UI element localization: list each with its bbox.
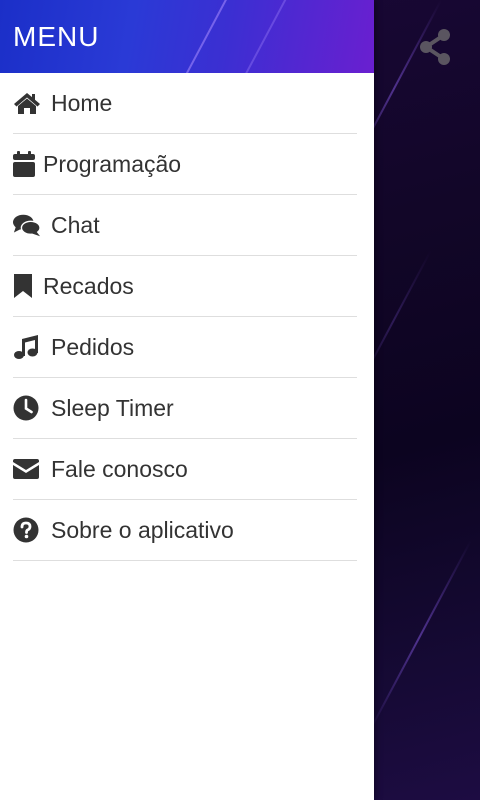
music-icon xyxy=(13,333,41,361)
header-streak xyxy=(173,0,232,73)
clock-icon xyxy=(13,394,41,422)
drawer-title: MENU xyxy=(13,21,100,52)
envelope-icon xyxy=(13,455,41,483)
menu-item-label: Sobre o aplicativo xyxy=(51,516,234,543)
menu-item-fale-conosco[interactable]: Fale conosco xyxy=(13,439,357,500)
navigation-drawer: MENU Home Programação Chat Recados Pedid… xyxy=(0,0,374,800)
calendar-icon xyxy=(13,150,37,178)
menu-item-pedidos[interactable]: Pedidos xyxy=(13,317,357,378)
menu-item-chat[interactable]: Chat xyxy=(13,195,357,256)
menu-item-label: Pedidos xyxy=(51,333,135,360)
bookmark-icon xyxy=(13,272,37,300)
share-button[interactable] xyxy=(414,26,456,68)
drawer-header: MENU xyxy=(0,0,374,73)
menu-item-sleep-timer[interactable]: Sleep Timer xyxy=(13,378,357,439)
header-streak xyxy=(243,0,302,73)
menu-item-label: Fale conosco xyxy=(51,455,188,482)
menu-item-sobre[interactable]: Sobre o aplicativo xyxy=(13,500,357,561)
chat-icon xyxy=(13,211,41,239)
share-icon xyxy=(420,29,450,65)
menu-item-programacao[interactable]: Programação xyxy=(13,134,357,195)
home-icon xyxy=(13,89,41,117)
menu-item-recados[interactable]: Recados xyxy=(13,256,357,317)
menu-item-home[interactable]: Home xyxy=(13,73,357,134)
menu-item-label: Programação xyxy=(43,150,182,177)
question-circle-icon xyxy=(13,516,41,544)
app-screen: MENU Home Programação Chat Recados Pedid… xyxy=(0,0,480,800)
menu-item-label: Sleep Timer xyxy=(51,394,174,421)
menu-item-label: Home xyxy=(51,89,113,116)
menu-item-label: Chat xyxy=(51,211,100,238)
menu-list: Home Programação Chat Recados Pedidos Sl… xyxy=(0,73,374,561)
background-streak xyxy=(366,540,472,736)
menu-item-label: Recados xyxy=(43,272,134,299)
